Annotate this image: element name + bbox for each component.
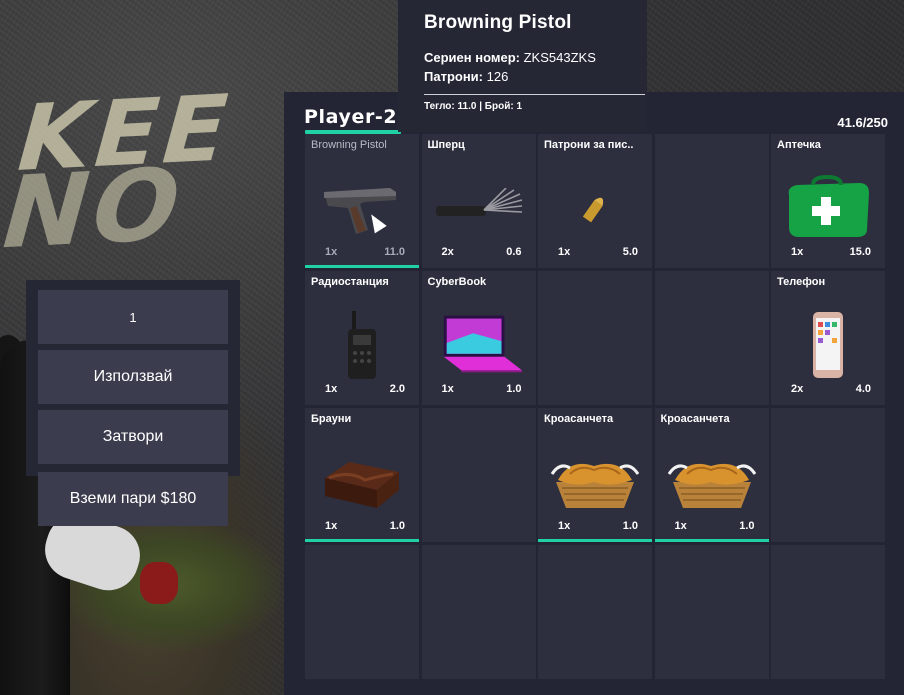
- slot-item-name: Брауни: [311, 413, 352, 425]
- slot-item-name: Радиостанция: [311, 276, 389, 288]
- slot-durability-bar: [305, 539, 419, 542]
- laptop-icon: [434, 309, 524, 381]
- inventory-slot[interactable]: Кроасанчета 1x 1.0: [654, 408, 769, 542]
- slot-item-weight: 0.6: [506, 246, 522, 258]
- croissant-icon: [667, 446, 757, 518]
- take-money-button[interactable]: Вземи пари $180: [38, 472, 228, 526]
- road-marking-no: NO: [0, 145, 200, 272]
- slot-item-name: Телефон: [777, 276, 826, 288]
- tooltip-divider: [424, 94, 645, 95]
- use-button[interactable]: Използвай: [38, 350, 228, 404]
- slot-item-weight: 1.0: [622, 520, 638, 532]
- slot-item-name: Кроасанчета: [544, 413, 614, 425]
- slot-item-weight: 2.0: [389, 383, 405, 395]
- slot-item-name: Кроасанчета: [660, 413, 730, 425]
- slot-item-name: Патрони за пис..: [544, 139, 634, 151]
- slot-item-count: 1x: [674, 520, 687, 532]
- radio-icon: [317, 309, 407, 381]
- inventory-slot-empty[interactable]: [538, 271, 652, 405]
- croissant-icon: [550, 446, 640, 518]
- inventory-panel: Player-23 41.6/250 Browning Pistol 1x 11.0…: [284, 92, 904, 695]
- medkit-icon: [783, 172, 873, 244]
- inventory-slot-empty[interactable]: [654, 545, 769, 679]
- slot-item-count: 1x: [325, 520, 338, 532]
- brownie-icon: [317, 446, 407, 518]
- slot-item-weight: 5.0: [622, 246, 638, 258]
- player-name: Player-23: [304, 106, 412, 128]
- inventory-slot[interactable]: Browning Pistol 1x 11.0: [305, 134, 419, 268]
- item-action-menu: 1 Използвай Затвори Вземи пари $180: [26, 280, 240, 526]
- tooltip-serial-value: ZKS543ZKS: [523, 50, 596, 65]
- slot-item-weight: 1.0: [739, 520, 755, 532]
- item-tooltip: Browning Pistol Сериен номер: ZKS543ZKS …: [398, 0, 647, 132]
- slot-item-count: 1x: [441, 383, 454, 395]
- tooltip-title: Browning Pistol: [424, 12, 572, 33]
- phone-icon: [783, 309, 873, 381]
- slot-item-weight: 1.0: [506, 383, 522, 395]
- tooltip-serial-label: Сериен номер:: [424, 50, 520, 65]
- inventory-slot[interactable]: Радиостанция 1x 2.0: [305, 271, 419, 405]
- inventory-slot-empty[interactable]: [771, 408, 885, 542]
- slot-durability-bar: [305, 265, 419, 268]
- inventory-slot[interactable]: Шперц 2x 0.6: [421, 134, 536, 268]
- slot-item-count: 1x: [325, 383, 338, 395]
- slot-item-weight: 1.0: [389, 520, 405, 532]
- inventory-slot-empty[interactable]: [771, 545, 885, 679]
- inventory-slot[interactable]: Аптечка 1x 15.0: [771, 134, 885, 268]
- tooltip-serial-row: Сериен номер: ZKS543ZKS: [424, 48, 627, 67]
- inventory-slot-empty[interactable]: [654, 134, 769, 268]
- tooltip-footer: Тегло: 11.0 | Брой: 1: [424, 101, 523, 112]
- inventory-slot[interactable]: Телефон 2x 4.0: [771, 271, 885, 405]
- inventory-slot-empty[interactable]: [421, 408, 536, 542]
- slot-item-weight: 4.0: [855, 383, 871, 395]
- lockpick-icon: [434, 172, 524, 244]
- slot-item-name: Browning Pistol: [311, 139, 387, 151]
- slot-durability-bar: [654, 539, 769, 542]
- inventory-slot-empty[interactable]: [421, 545, 536, 679]
- slot-item-weight: 11.0: [384, 246, 405, 258]
- slot-item-name: Шперц: [427, 139, 465, 151]
- close-button[interactable]: Затвори: [38, 410, 228, 464]
- inventory-slot[interactable]: CyberBook 1x 1.0: [421, 271, 536, 405]
- slot-item-weight: 15.0: [849, 246, 871, 258]
- inventory-slot-empty[interactable]: [305, 545, 419, 679]
- slot-item-count: 1x: [558, 520, 571, 532]
- inventory-slot[interactable]: Патрони за пис.. 1x 5.0: [538, 134, 652, 268]
- slot-item-count: 1x: [558, 246, 571, 258]
- slot-item-count: 1x: [325, 246, 338, 258]
- pistol-icon: [317, 172, 407, 244]
- inventory-slot[interactable]: Брауни 1x 1.0: [305, 408, 419, 542]
- inventory-slot-empty[interactable]: [538, 545, 652, 679]
- slot-item-count: 2x: [791, 383, 804, 395]
- slot-item-name: CyberBook: [427, 276, 487, 288]
- tooltip-ammo-row: Патрони: 126: [424, 67, 627, 86]
- slot-item-count: 2x: [441, 246, 454, 258]
- slot-item-count: 1x: [791, 246, 804, 258]
- inventory-slot[interactable]: Кроасанчета 1x 1.0: [538, 408, 652, 542]
- quantity-input[interactable]: 1: [38, 290, 228, 344]
- downed-character-shoe: [140, 562, 178, 604]
- slot-item-name: Аптечка: [777, 139, 821, 151]
- slot-durability-bar: [538, 539, 652, 542]
- inventory-slot-empty[interactable]: [654, 271, 769, 405]
- inventory-weight: 41.6/250: [837, 115, 888, 130]
- tooltip-ammo-value: 126: [486, 69, 509, 84]
- tooltip-ammo-label: Патрони:: [424, 69, 483, 84]
- bullet-icon: [550, 172, 640, 244]
